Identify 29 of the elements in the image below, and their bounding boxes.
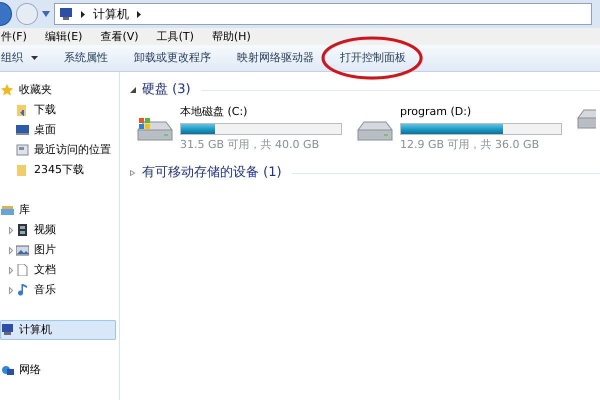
menu-item[interactable]: 工具(T): [156, 28, 194, 46]
section-header[interactable]: 有可移动存储的设备 (1): [142, 163, 282, 183]
sidebar-item[interactable]: 视频: [8, 220, 119, 240]
sidebar-item[interactable]: 网络: [0, 360, 119, 380]
menu-item[interactable]: 件(F): [1, 28, 27, 46]
toolbar-button[interactable]: 映射网络驱动器: [237, 50, 314, 66]
path-segment[interactable]: 计算机: [93, 5, 129, 24]
sidebar-item[interactable]: 计算机: [0, 320, 116, 340]
sidebar-item[interactable]: 下载: [8, 100, 119, 120]
menu-item[interactable]: 编辑(E): [44, 28, 82, 46]
drive-space: 12.9 GB 可用，共 36.0 GB: [400, 136, 540, 153]
sidebar-item[interactable]: 音乐: [8, 280, 119, 300]
sidebar-item[interactable]: 2345下载: [8, 160, 119, 180]
menu-item[interactable]: 帮助(H): [212, 28, 251, 46]
sidebar-item[interactable]: 收藏夹: [0, 80, 119, 100]
sidebar-item[interactable]: 图片: [8, 240, 119, 260]
toolbar-button[interactable]: 组织: [1, 50, 38, 66]
drive-name[interactable]: 本地磁盘 (C:): [180, 104, 342, 121]
sidebar-item[interactable]: 桌面: [8, 120, 119, 140]
toolbar-button[interactable]: 系统属性: [64, 50, 108, 66]
sidebar-item[interactable]: 文档: [8, 260, 119, 280]
sidebar-item[interactable]: 库: [0, 200, 119, 220]
drive-space: 31.5 GB 可用，共 40.0 GB: [180, 136, 320, 153]
drive-name[interactable]: program (D:): [400, 104, 562, 121]
section-header[interactable]: 硬盘 (3): [142, 80, 191, 100]
sidebar-item[interactable]: 最近访问的位置: [8, 140, 119, 160]
toolbar-button[interactable]: 卸载或更改程序: [134, 50, 211, 66]
menu-item[interactable]: 查看(V): [100, 28, 139, 46]
address-field[interactable]: 计算机: [54, 3, 592, 26]
